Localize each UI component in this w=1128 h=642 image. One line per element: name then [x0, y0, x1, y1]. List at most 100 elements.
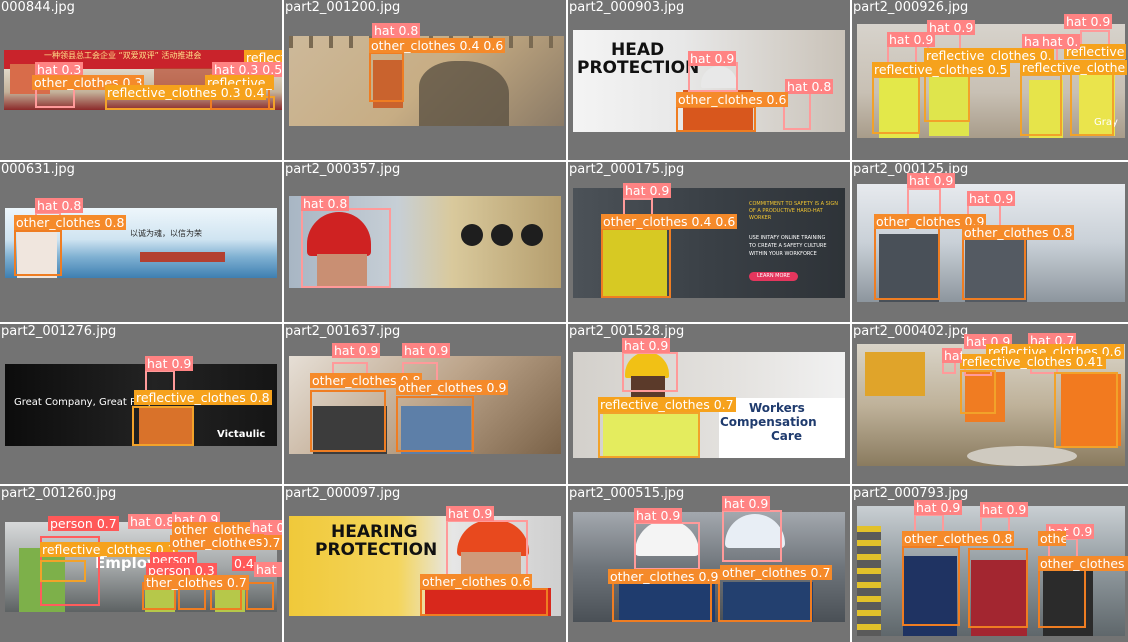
ad-text: WORKER [749, 215, 772, 221]
detection-results-grid: 000844.jpg 一种领县总工会企业 “双爱双评” 活动推进会 reflec… [0, 0, 1128, 642]
detection-box [907, 188, 941, 216]
detection-box [718, 578, 812, 622]
detection-label: reflective_clothes 0.8 [134, 390, 272, 405]
detection-box [598, 412, 700, 458]
detection-label: hat 0.9 [145, 356, 194, 371]
cell-filename: part2_001637.jpg [285, 324, 401, 339]
detection-box [872, 76, 920, 134]
detection-label: other_clothes 0.7 [720, 565, 833, 580]
detection-label: other_clothes 0.9 [396, 380, 509, 395]
cell-filename: 000631.jpg [1, 162, 75, 177]
detection-label: hat 0.9 [623, 183, 672, 198]
detection-label: hat 0.9 [980, 502, 1029, 517]
detection-label: hat 0.9 [907, 173, 956, 188]
detection-label: other_clothes 0.8 [902, 531, 1015, 546]
detection-label: hat 0.9 [250, 520, 282, 535]
cell-filename: part2_001276.jpg [1, 324, 117, 339]
ship-graphic [140, 252, 225, 262]
grid-cell: part2_000515.jpg hat 0.9 hat 0.9 other_c… [568, 486, 850, 642]
detection-label: hat 0.9 [688, 51, 737, 66]
detection-box [612, 582, 712, 622]
detection-label: hat 0.9 [402, 343, 451, 358]
detection-label: reflective_clothe [1020, 60, 1128, 75]
grid-cell: part2_000926.jpg Gray hat 0.9 hat 0.9 ha… [852, 0, 1128, 160]
detection-label: other_clothes 0.8 [962, 225, 1075, 240]
detection-label: es [246, 534, 265, 549]
detection-box [40, 560, 86, 582]
image-heading: PROTECTION [577, 58, 700, 78]
banner-text: 一种领县总工会企业 “双爱双评” 活动推进会 [44, 51, 202, 60]
image-heading: Care [771, 429, 802, 443]
gauge-graphic [491, 224, 513, 246]
detection-label: other_clothes 0.4 0.6 [369, 38, 506, 53]
detection-label: 0.4 [232, 556, 256, 571]
detection-label: hat 0.9 [446, 506, 495, 521]
detection-box [874, 224, 940, 300]
detection-label: other_clothes [1038, 556, 1128, 571]
ad-text: WITHIN YOUR WORKFORCE [749, 251, 817, 257]
grid-cell: part2_000793.jpg hat 0.9 hat 0.9 hat 0.9… [852, 486, 1128, 642]
detection-label: reflective_clothes 0.41 [960, 354, 1106, 369]
detection-label: hat 0.9 [622, 338, 671, 353]
detection-label: other_clothes 0.8 [14, 215, 127, 230]
cell-filename: part2_000097.jpg [285, 486, 401, 501]
cell-filename: part2_000175.jpg [569, 162, 685, 177]
detection-label: hat 0.8 [372, 23, 421, 38]
detection-label: hat 0.9 [914, 500, 963, 515]
detection-label: hat 0.8 [35, 198, 84, 213]
detection-box [310, 390, 386, 452]
grid-cell: part2_001528.jpg Workers Compensation Ca… [568, 324, 850, 484]
cell-filename: part2_000357.jpg [285, 162, 401, 177]
ad-text: COMMITMENT TO SAFETY IS A SIGN [749, 201, 838, 207]
ad-text: USE INITAFY ONLINE TRAINING [749, 235, 826, 241]
detection-label: hat 0.8 [301, 196, 350, 211]
cell-filename: part2_001200.jpg [285, 0, 401, 15]
detection-label: hat 0.8 [128, 514, 177, 529]
detection-box [132, 406, 194, 446]
detection-box [420, 588, 548, 616]
manhole-graphic [967, 446, 1077, 466]
detection-box [634, 522, 700, 570]
gauge-graphic [461, 224, 483, 246]
learn-more-button: LEARN MORE [749, 272, 799, 282]
detection-label: other_clothes 0.6 [420, 574, 533, 589]
image-caption: 以诚为魂，以信为荣 [130, 229, 202, 238]
cell-filename: part2_000402.jpg [853, 324, 969, 339]
image-heading: PROTECTION [315, 540, 438, 560]
detection-box [14, 230, 62, 276]
grid-cell: part2_001637.jpg hat 0.9 hat 0.9 other_c… [284, 324, 566, 484]
detection-label: hat 0. [1040, 34, 1081, 49]
image-heading: Compensation [720, 415, 817, 429]
detection-box [722, 510, 782, 562]
grid-cell: part2_000175.jpg COMMITMENT TO SAFETY IS… [568, 162, 850, 322]
cell-filename: part2_000793.jpg [853, 486, 969, 501]
gauge-graphic [521, 224, 543, 246]
cell-filename: part2_000926.jpg [853, 0, 969, 15]
grid-cell: part2_001276.jpg Great Company, Great Pe… [0, 324, 282, 484]
detection-box [1038, 568, 1086, 628]
image-heading: Workers [749, 401, 805, 415]
detection-label: hat [254, 562, 282, 577]
detection-box [301, 208, 391, 288]
detection-label: other_clothes 0.4 0.6 [601, 214, 738, 229]
detection-label: other_clothes 0.9 [608, 569, 721, 584]
ad-text: TO CREATE A SAFETY CULTURE [749, 243, 827, 249]
cell-filename: part2_000903.jpg [569, 0, 685, 15]
detection-label: hat 0.8 [785, 79, 834, 94]
detection-label: hat [942, 348, 962, 363]
detection-box [960, 370, 996, 414]
detection-label: person 0.7 [48, 516, 119, 531]
detection-label: hat 0.9 [967, 191, 1016, 206]
ad-text: OF A PRODUCTIVE HARD-HAT [749, 208, 823, 214]
detection-box [676, 106, 756, 132]
detection-box [622, 352, 678, 392]
grid-cell: part2_000402.jpg hat 0.9 hat 0.7 reflect… [852, 324, 1128, 484]
detection-box [902, 546, 960, 626]
shadow-graphic [419, 61, 509, 126]
detection-label: hat 0.9 [332, 343, 381, 358]
detection-box [601, 228, 671, 298]
grid-cell: 000631.jpg 以诚为魂，以信为荣 hat 0.8 other_cloth… [0, 162, 282, 322]
grid-cell: part2_000357.jpg hat 0.8 [284, 162, 566, 322]
grid-cell: part2_001200.jpg hat 0.8 other_clothes 0… [284, 0, 566, 160]
scaffold-graphic [857, 526, 881, 636]
